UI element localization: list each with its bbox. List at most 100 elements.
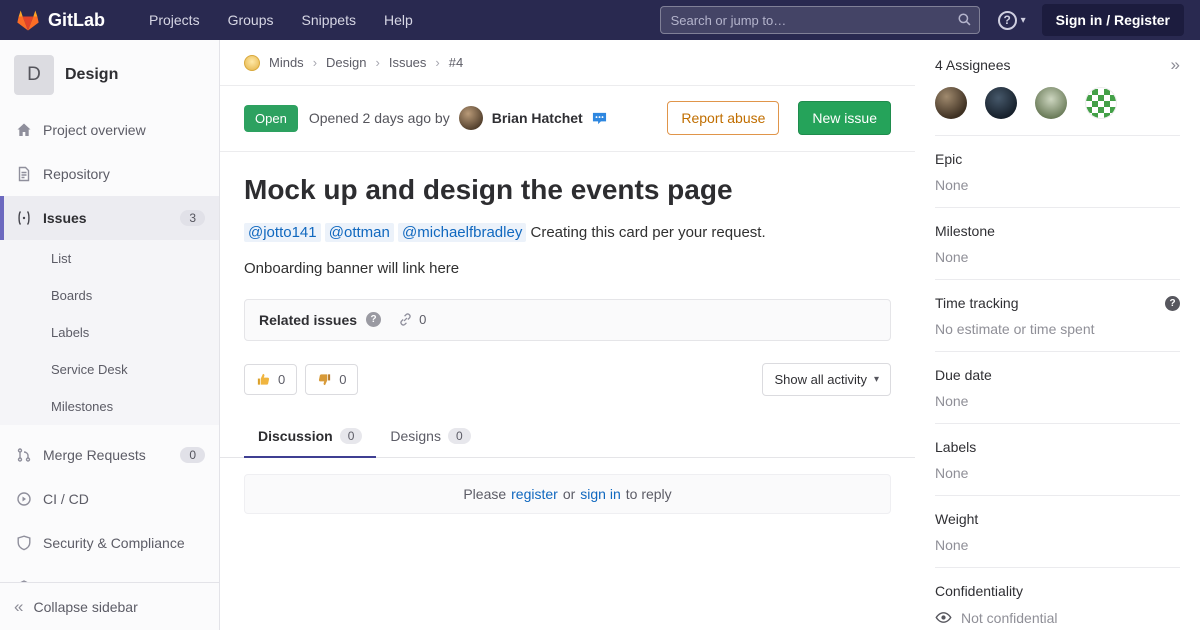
tanuki-icon — [16, 9, 40, 32]
tab-label: Discussion — [258, 428, 333, 444]
author-avatar[interactable] — [459, 106, 483, 130]
tab-discussion[interactable]: Discussion 0 — [244, 416, 376, 458]
section-title: Weight — [935, 511, 978, 527]
nav-link-projects[interactable]: Projects — [149, 12, 200, 28]
register-link[interactable]: register — [511, 486, 558, 502]
sidebar-section-time-tracking[interactable]: Time tracking ? No estimate or time spen… — [935, 279, 1180, 351]
breadcrumb-separator-icon: › — [376, 55, 380, 70]
breadcrumb-project[interactable]: Design — [326, 55, 366, 70]
top-navbar: GitLab Projects Groups Snippets Help ? ▾… — [0, 0, 1200, 40]
sidebar-item-issues[interactable]: Issues 3 — [0, 196, 219, 240]
assignee-avatar[interactable] — [935, 87, 967, 119]
collapse-sidebar-button[interactable]: « Collapse sidebar — [0, 582, 219, 630]
sidebar-subitem-milestones[interactable]: Milestones — [0, 388, 219, 425]
right-sidebar: 4 Assignees » Epic — [915, 40, 1200, 630]
sidebar-item-ci-cd[interactable]: CI / CD — [0, 477, 219, 521]
collapse-right-sidebar-icon[interactable]: » — [1171, 56, 1180, 73]
sidebar-item-project-overview[interactable]: Project overview — [0, 108, 219, 152]
issue-status-row: Open Opened 2 days ago by Brian Hatchet … — [220, 86, 915, 152]
issues-icon — [16, 210, 32, 226]
issue-description: @jotto141 @ottman @michaelfbradley Creat… — [244, 222, 891, 245]
section-value: No estimate or time spent — [935, 321, 1180, 337]
merge-requests-count-badge: 0 — [180, 447, 205, 463]
left-sidebar: D Design Project overview Repository — [0, 40, 220, 630]
sidebar-section-milestone[interactable]: Milestone None — [935, 207, 1180, 279]
search-input[interactable] — [660, 6, 980, 34]
sidebar-item-repository[interactable]: Repository — [0, 152, 219, 196]
section-title: Epic — [935, 151, 962, 167]
breadcrumb-separator-icon: › — [313, 55, 317, 70]
sidebar-section-confidentiality[interactable]: Confidentiality Not confidential — [935, 567, 1180, 630]
assignee-avatar[interactable] — [985, 87, 1017, 119]
related-issues-card: Related issues ? 0 — [244, 299, 891, 341]
sidebar-item-merge-requests[interactable]: Merge Requests 0 — [0, 433, 219, 477]
breadcrumb: Minds › Design › Issues › #4 — [220, 40, 915, 86]
section-title: Due date — [935, 367, 992, 383]
breadcrumb-issues[interactable]: Issues — [389, 55, 427, 70]
reply-text: Please — [463, 486, 506, 502]
report-abuse-button[interactable]: Report abuse — [667, 101, 779, 135]
global-search — [660, 6, 980, 34]
sidebar-section-weight[interactable]: Weight None — [935, 495, 1180, 567]
section-title: Labels — [935, 439, 976, 455]
assignee-avatar[interactable] — [1035, 87, 1067, 119]
gitlab-app: GitLab Projects Groups Snippets Help ? ▾… — [0, 0, 1200, 630]
sidebar-subitem-service-desk[interactable]: Service Desk — [0, 351, 219, 388]
author-name[interactable]: Brian Hatchet — [492, 110, 583, 126]
sidebar-item-label: Project overview — [43, 122, 146, 138]
time-tracking-help-icon[interactable]: ? — [1165, 296, 1180, 311]
activity-filter-dropdown[interactable]: Show all activity ▾ — [762, 363, 891, 396]
new-issue-button[interactable]: New issue — [798, 101, 891, 135]
nav-link-help[interactable]: Help — [384, 12, 413, 28]
sidebar-section-labels[interactable]: Labels None — [935, 423, 1180, 495]
issue-title: Mock up and design the events page — [244, 174, 891, 206]
tab-label: Designs — [390, 428, 441, 444]
thumbs-up-icon — [256, 372, 271, 387]
thumbs-up-button[interactable]: 0 — [244, 364, 297, 395]
reply-text: to reply — [626, 486, 672, 502]
reply-text: or — [563, 486, 575, 502]
related-issues-help-icon[interactable]: ? — [366, 312, 381, 327]
sidebar-section-epic[interactable]: Epic None — [935, 135, 1180, 207]
project-name: Design — [65, 66, 118, 84]
sidebar-subitem-labels[interactable]: Labels — [0, 314, 219, 351]
mention-link[interactable]: @ottman — [325, 223, 394, 242]
shield-icon — [16, 535, 32, 551]
author-status-emoji-icon — [592, 111, 607, 126]
sidebar-item-label: Merge Requests — [43, 447, 146, 463]
mention-link[interactable]: @jotto141 — [244, 223, 321, 242]
tab-designs[interactable]: Designs 0 — [376, 416, 484, 458]
sidebar-subitem-boards[interactable]: Boards — [0, 277, 219, 314]
assignee-avatars — [935, 87, 1180, 119]
sidebar-issues-section: Issues 3 List Boards Labels Service Desk… — [0, 196, 219, 425]
confidentiality-value: Not confidential — [961, 610, 1058, 626]
assignees-title: 4 Assignees — [935, 57, 1011, 73]
help-dropdown[interactable]: ? ▾ — [998, 11, 1026, 30]
section-value: None — [935, 393, 1180, 409]
section-title: Confidentiality — [935, 583, 1023, 599]
nav-link-groups[interactable]: Groups — [228, 12, 274, 28]
sidebar-section-due-date[interactable]: Due date None — [935, 351, 1180, 423]
assignee-avatar[interactable] — [1085, 87, 1117, 119]
section-value: None — [935, 177, 1180, 193]
nav-link-snippets[interactable]: Snippets — [302, 12, 356, 28]
breadcrumb-issue-number: #4 — [449, 55, 463, 70]
breadcrumb-separator-icon: › — [435, 55, 439, 70]
section-title: Milestone — [935, 223, 995, 239]
breadcrumb-group[interactable]: Minds — [269, 55, 304, 70]
sidebar-item-security-compliance[interactable]: Security & Compliance — [0, 521, 219, 565]
navbar-links: Projects Groups Snippets Help — [149, 12, 413, 28]
awards-row: 0 0 Show all activity ▾ — [244, 363, 891, 396]
sidebar-subitem-list[interactable]: List — [0, 240, 219, 277]
thumbs-down-count: 0 — [339, 372, 346, 387]
thumbs-down-button[interactable]: 0 — [305, 364, 358, 395]
chevrons-left-icon: « — [14, 598, 23, 615]
sign-in-button[interactable]: Sign in / Register — [1042, 4, 1184, 36]
issue-content: Minds › Design › Issues › #4 Open Opened… — [220, 40, 915, 630]
sign-in-link[interactable]: sign in — [580, 486, 620, 502]
gitlab-logo[interactable]: GitLab — [16, 9, 105, 32]
mention-link[interactable]: @michaelfbradley — [398, 223, 526, 242]
project-header[interactable]: D Design — [0, 40, 219, 108]
linked-issues-icon — [398, 312, 413, 327]
merge-request-icon — [16, 447, 32, 463]
